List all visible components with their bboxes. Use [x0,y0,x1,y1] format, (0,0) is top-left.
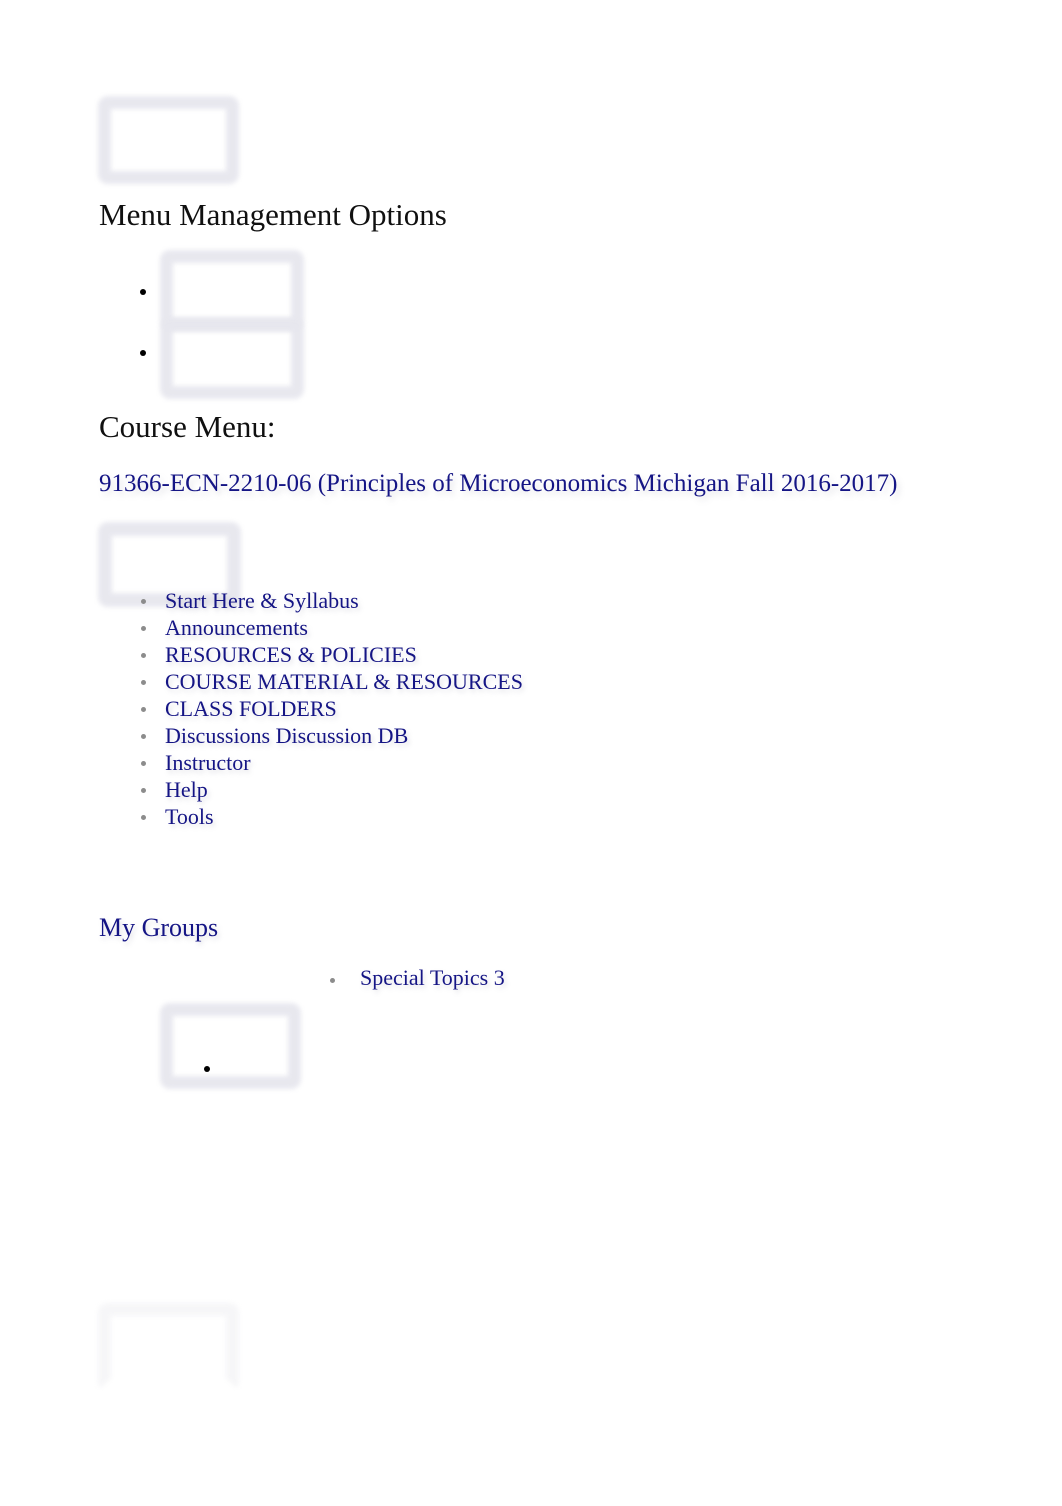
menu-link-instructor[interactable]: Instructor [165,750,251,775]
menu-link-help[interactable]: Help [165,777,208,802]
broken-image-icon-menu-option-2 [160,318,304,399]
document-page: Menu Management Options Course Menu: 913… [0,0,1062,1506]
bullet-marker [140,350,146,356]
section-heading-my-groups: My Groups [99,913,219,942]
broken-image-icon-top [98,96,239,184]
list-item[interactable]: Announcements [131,614,523,641]
menu-link-tools[interactable]: Tools [165,804,214,829]
bullet-marker [140,289,146,295]
page-title-menu-management: Menu Management Options [99,197,447,232]
list-item[interactable]: CLASS FOLDERS [131,695,523,722]
bullet-marker [204,1066,210,1072]
menu-link-discussions-discussion-db[interactable]: Discussions Discussion DB [165,723,408,748]
menu-link-resources-policies[interactable]: RESOURCES & POLICIES [165,642,417,667]
list-item[interactable]: Special Topics 3 [324,965,505,991]
course-menu-list: Start Here & Syllabus Announcements RESO… [131,587,523,830]
list-item[interactable]: Start Here & Syllabus [131,587,523,614]
broken-image-icon-my-groups [160,1003,301,1089]
section-heading-course-menu: Course Menu: [99,409,276,444]
list-item[interactable]: RESOURCES & POLICIES [131,641,523,668]
group-link-special-topics-3[interactable]: Special Topics 3 [360,965,505,990]
list-item[interactable]: Instructor [131,749,523,776]
menu-link-course-material-resources[interactable]: COURSE MATERIAL & RESOURCES [165,669,523,694]
list-item[interactable]: COURSE MATERIAL & RESOURCES [131,668,523,695]
list-item[interactable]: Help [131,776,523,803]
course-title-link[interactable]: 91366-ECN-2210-06 (Principles of Microec… [99,470,897,498]
list-item[interactable]: Discussions Discussion DB [131,722,523,749]
menu-link-start-here-syllabus[interactable]: Start Here & Syllabus [165,588,359,613]
menu-link-announcements[interactable]: Announcements [165,615,308,640]
menu-link-class-folders[interactable]: CLASS FOLDERS [165,696,337,721]
list-item[interactable]: Tools [131,803,523,830]
broken-image-icon-bottom [98,1303,239,1391]
